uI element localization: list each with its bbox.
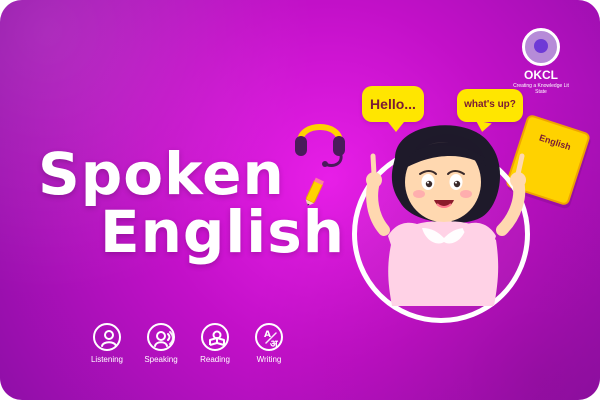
skill-label: Writing bbox=[256, 355, 282, 364]
svg-text:अ: अ bbox=[270, 339, 279, 350]
skill-reading: Reading bbox=[198, 323, 232, 364]
logo-mark bbox=[522, 28, 560, 66]
skill-speaking: Speaking bbox=[144, 323, 178, 364]
okcl-logo: OKCL Creating a Knowledge Lit State bbox=[510, 28, 572, 100]
skill-label: Reading bbox=[200, 355, 230, 364]
skill-label: Speaking bbox=[144, 355, 178, 364]
skill-listening: Listening bbox=[90, 323, 124, 364]
reading-icon bbox=[201, 323, 229, 351]
skills-row: Listening Speaking Reading A अ Writing bbox=[90, 323, 286, 364]
course-title-line2: English bbox=[100, 198, 346, 266]
skill-label: Listening bbox=[90, 355, 124, 364]
skill-writing: A अ Writing bbox=[252, 323, 286, 364]
writing-icon: A अ bbox=[255, 323, 283, 351]
listening-icon bbox=[93, 323, 121, 351]
logo-brand: OKCL bbox=[524, 68, 558, 82]
speaking-icon bbox=[147, 323, 175, 351]
girl-illustration bbox=[340, 96, 560, 306]
promo-banner: OKCL Creating a Knowledge Lit State Spok… bbox=[0, 0, 600, 400]
